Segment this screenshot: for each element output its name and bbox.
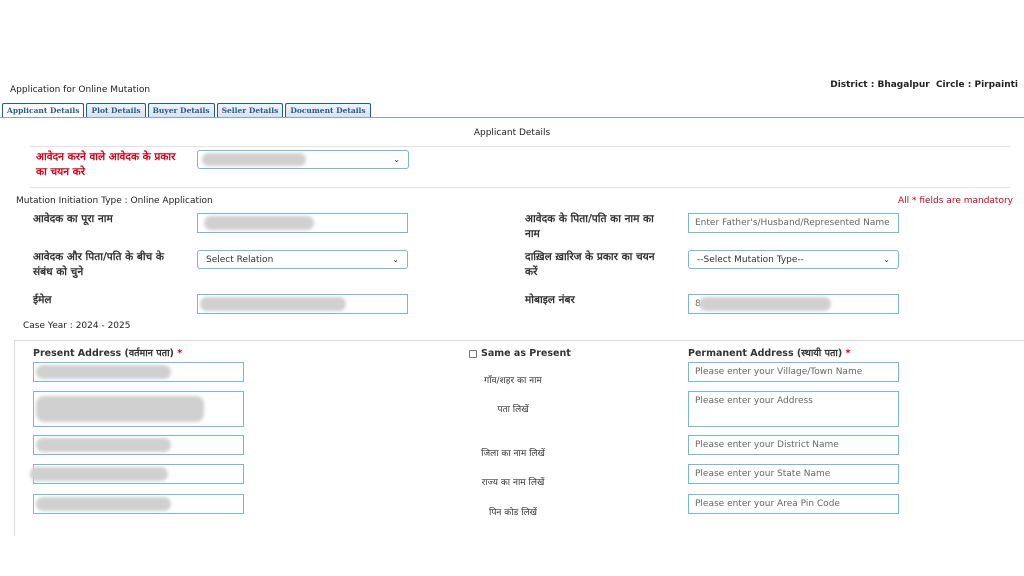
- same-as-present-label: Same as Present: [481, 348, 571, 359]
- tab-bar: Applicant Details Plot Details Buyer Det…: [2, 103, 371, 117]
- full-name-label: आवेदक का पूरा नाम: [33, 213, 113, 225]
- present-address-label: Present Address (वर्तमान पता): [33, 348, 174, 359]
- tab-plot-details[interactable]: Plot Details: [86, 103, 146, 117]
- village-label: गाँव/शहर का नाम: [484, 376, 542, 386]
- present-state-input[interactable]: [30, 464, 244, 484]
- relation-select[interactable]: Select Relation ⌄: [197, 250, 408, 269]
- chevron-down-icon: ⌄: [393, 155, 400, 164]
- section-title: Applicant Details: [473, 128, 551, 138]
- required-mark: *: [845, 348, 851, 359]
- state-label: राज्य का नाम लिखें: [481, 478, 545, 488]
- district-circle-info: District : Bhagalpur Circle : Pirpainti: [830, 80, 1018, 90]
- pincode-label: पिन कोड लिखें: [488, 508, 537, 518]
- address-label: पता लिखें: [497, 405, 529, 415]
- mutation-type-select-value: --Select Mutation Type--: [697, 254, 804, 265]
- email-input[interactable]: [197, 294, 408, 314]
- permanent-state-input[interactable]: Please enter your State Name: [688, 464, 899, 484]
- app-title: Application for Online Mutation: [10, 85, 151, 95]
- tab-applicant-details[interactable]: Applicant Details: [2, 103, 85, 117]
- chevron-down-icon: ⌄: [883, 255, 890, 264]
- checkbox-icon[interactable]: [469, 349, 477, 358]
- permanent-pincode-input[interactable]: Please enter your Area Pin Code: [688, 494, 899, 514]
- mobile-input[interactable]: 8: [688, 294, 899, 314]
- permanent-address-heading: Permanent Address (स्थायी पता) *: [688, 346, 850, 361]
- father-name-label: आवेदक के पिता/पति का नाम का नाम: [525, 213, 654, 240]
- applicant-type-select[interactable]: ⌄: [197, 150, 409, 169]
- permanent-village-input[interactable]: Please enter your Village/Town Name: [688, 362, 899, 382]
- tab-divider: [0, 117, 1024, 118]
- relation-label: आवेदक और पिता/पति के बीच के संबंध को चुन…: [33, 251, 164, 278]
- permanent-address-input[interactable]: Please enter your Address: [688, 391, 899, 427]
- mobile-label: मोबाइल नंबर: [525, 294, 575, 306]
- district-label: जिला का नाम लिखें: [481, 449, 545, 459]
- required-mark: *: [177, 348, 183, 359]
- present-address-heading: Present Address (वर्तमान पता) *: [33, 346, 182, 361]
- full-name-input[interactable]: [197, 213, 408, 233]
- divider: [30, 146, 1010, 147]
- same-as-present-control[interactable]: Same as Present: [469, 346, 571, 361]
- mutation-type-select[interactable]: --Select Mutation Type-- ⌄: [688, 250, 899, 269]
- present-district-input[interactable]: [33, 435, 244, 455]
- tab-document-details[interactable]: Document Details: [285, 103, 371, 117]
- tab-seller-details[interactable]: Seller Details: [216, 103, 284, 117]
- present-pincode-input[interactable]: [33, 494, 244, 514]
- email-label: ईमेल: [33, 294, 52, 306]
- permanent-address-label: Permanent Address (स्थायी पता): [688, 348, 843, 359]
- mandatory-note: All * fields are mandatory: [897, 196, 1013, 206]
- father-name-input[interactable]: Enter Father's/Husband/Represented Name: [688, 213, 899, 233]
- tab-buyer-details[interactable]: Buyer Details: [147, 103, 215, 117]
- case-year: Case Year : 2024 - 2025: [23, 321, 131, 331]
- permanent-district-input[interactable]: Please enter your District Name: [688, 435, 899, 455]
- applicant-type-label: आवेदन करने वाले आवेदक के प्रकार का चयन क…: [36, 151, 176, 178]
- relation-select-value: Select Relation: [206, 254, 274, 265]
- chevron-down-icon: ⌄: [392, 255, 399, 264]
- divider: [30, 187, 1010, 188]
- present-village-input[interactable]: [33, 362, 244, 382]
- mutation-type-label: दाख़िल ख़ारिज के प्रकार का चयन करें: [525, 251, 655, 278]
- mutation-initiation-type: Mutation Initiation Type : Online Applic…: [16, 196, 213, 206]
- present-address-input[interactable]: [33, 391, 244, 427]
